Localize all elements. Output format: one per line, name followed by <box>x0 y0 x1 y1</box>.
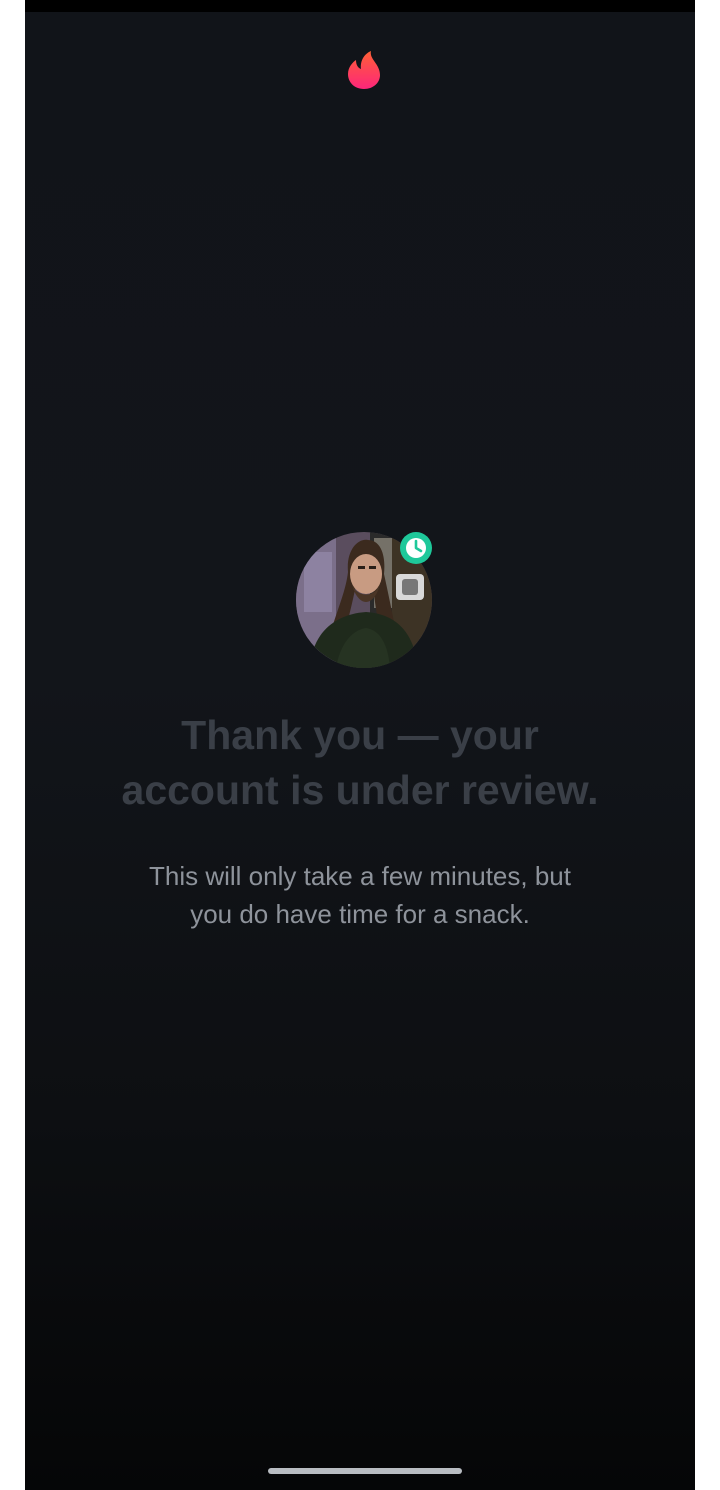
title-line-1: Thank you — your <box>181 712 539 758</box>
flame-logo-icon <box>348 51 380 89</box>
app-screen: Thank you — your account is under review… <box>25 0 695 1490</box>
page-title: Thank you — your account is under review… <box>60 708 660 818</box>
profile-avatar-group <box>296 532 432 668</box>
clock-icon <box>400 532 432 564</box>
message-line-1: This will only take a few minutes, but <box>149 861 571 891</box>
home-indicator[interactable] <box>268 1468 462 1474</box>
title-line-2: account is under review. <box>121 767 599 813</box>
status-bar <box>25 0 695 12</box>
review-message: This will only take a few minutes, but y… <box>60 857 660 933</box>
message-line-2: you do have time for a snack. <box>190 899 530 929</box>
